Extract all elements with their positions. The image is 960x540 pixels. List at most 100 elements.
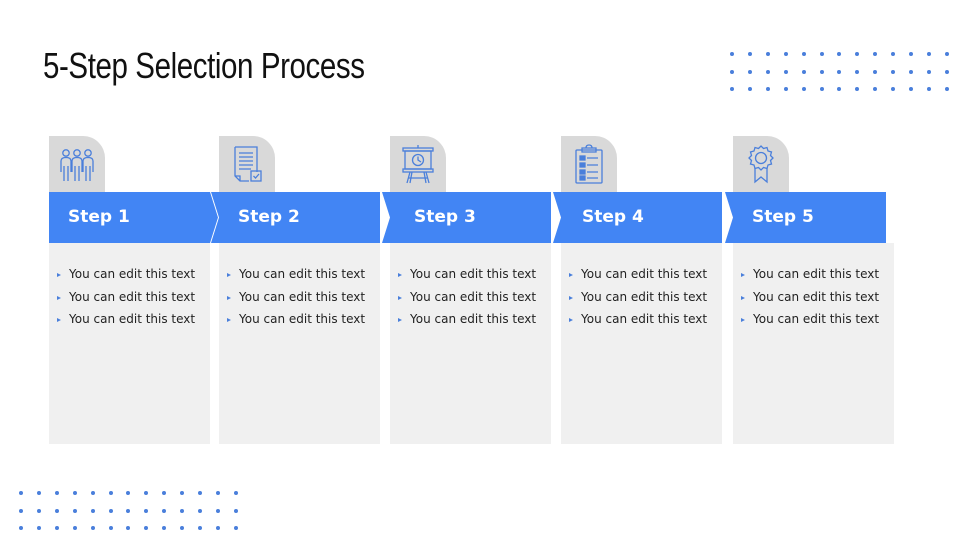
bullet-text: You can edit this text	[239, 267, 366, 281]
bullet-text: You can edit this text	[239, 289, 366, 304]
decorative-dot	[819, 52, 824, 56]
bullet-item: You can edit this text	[227, 308, 365, 331]
decorative-dot	[72, 526, 77, 530]
decorative-dot	[180, 491, 185, 495]
team-people-icon	[60, 149, 94, 181]
decorative-dot	[944, 52, 949, 56]
bullet-text: You can edit this text	[239, 312, 366, 326]
bullet-arrow-icon	[398, 273, 402, 277]
bullet-arrow-icon	[398, 295, 402, 300]
bullet-arrow-icon	[227, 273, 231, 277]
decorative-dot	[783, 69, 788, 74]
decorative-dot	[108, 491, 113, 495]
decorative-dot	[19, 526, 23, 530]
step-body: You can edit this text You can edit this…	[561, 243, 722, 444]
bullet-arrow-icon	[569, 273, 573, 277]
step-card-2: Step 2 You can edit this text You can ed…	[211, 136, 380, 444]
icon-tab	[49, 136, 105, 192]
decorative-dot	[891, 87, 896, 91]
decorative-dot	[819, 69, 824, 74]
bullet-text: You can edit this text	[581, 289, 708, 304]
bullet-arrow-icon	[741, 295, 745, 300]
decorative-dot	[747, 52, 752, 56]
bullet-item: You can edit this text	[398, 286, 536, 309]
decorative-dot	[909, 69, 913, 74]
decorative-dot	[873, 52, 878, 56]
decorative-dot	[215, 491, 220, 495]
step-card-5: Step 5 You can edit this text You can ed…	[725, 136, 894, 444]
step-banner: Step 1	[49, 192, 218, 243]
decorative-dot	[54, 491, 59, 495]
decorative-dot	[891, 69, 896, 74]
bullet-arrow-icon	[57, 273, 61, 277]
bullet-text: You can edit this text	[753, 312, 880, 326]
slide-title: 5-Step Selection Process	[43, 45, 365, 86]
bullet-text: You can edit this text	[410, 312, 537, 326]
bullet-text: You can edit this text	[69, 267, 196, 281]
step-banner: Step 2	[211, 192, 380, 243]
bullet-text: You can edit this text	[581, 267, 708, 281]
decorative-dot	[855, 52, 860, 56]
decorative-dot	[855, 69, 860, 74]
decorative-dot	[747, 87, 752, 91]
bullet-item: You can edit this text	[227, 286, 365, 309]
bullet-arrow-icon	[57, 295, 61, 300]
bullet-text: You can edit this text	[69, 289, 196, 304]
step-card-4: Step 4 You can edit this text You can ed…	[553, 136, 722, 444]
decorative-dot	[54, 508, 59, 513]
decorative-dot	[180, 526, 185, 530]
bullet-text: You can edit this text	[410, 289, 537, 304]
presentation-board-icon	[402, 145, 434, 184]
bullet-text: You can edit this text	[753, 267, 880, 281]
bullet-item: You can edit this text	[741, 286, 879, 309]
bullet-arrow-icon	[569, 295, 573, 300]
award-ribbon-icon	[748, 145, 774, 184]
step-label: Step 4	[582, 207, 644, 227]
step-label: Step 5	[752, 207, 814, 227]
decorative-dot	[765, 87, 770, 91]
step-body: You can edit this text You can edit this…	[49, 243, 210, 444]
decorative-dot	[233, 526, 238, 530]
bullet-arrow-icon	[569, 318, 573, 322]
decorative-dot	[801, 69, 806, 74]
step-body: You can edit this text You can edit this…	[390, 243, 551, 444]
decorative-dot	[72, 491, 77, 495]
decorative-dot	[730, 87, 734, 91]
step-label: Step 2	[238, 207, 300, 227]
step-body: You can edit this text You can edit this…	[219, 243, 380, 444]
decorative-dot	[783, 87, 788, 91]
decorative-dot	[162, 508, 167, 513]
decorative-dot	[90, 491, 95, 495]
decorative-dot	[198, 491, 202, 495]
decorative-dot	[198, 526, 202, 530]
decorative-dot	[19, 491, 23, 495]
decorative-dot	[944, 69, 949, 74]
decorative-dot	[36, 526, 41, 530]
bullet-text: You can edit this text	[753, 289, 880, 304]
bullet-item: You can edit this text	[569, 263, 707, 286]
bullet-item: You can edit this text	[569, 286, 707, 309]
step-banner: Step 5	[725, 192, 894, 243]
decorative-dot	[926, 52, 931, 56]
decorative-dot	[944, 87, 949, 91]
bullet-text: You can edit this text	[69, 312, 196, 326]
step-card-1: Step 1 You can edit this text You can ed…	[49, 136, 218, 444]
bullet-item: You can edit this text	[57, 286, 195, 309]
decorative-dot	[873, 69, 878, 74]
decorative-dot	[891, 52, 896, 56]
decorative-dot	[837, 52, 842, 56]
step-banner: Step 3	[382, 192, 551, 243]
bullet-arrow-icon	[227, 318, 231, 322]
bullet-item: You can edit this text	[57, 263, 195, 286]
clipboard-checklist-icon	[575, 144, 603, 184]
decorative-dot	[36, 508, 41, 513]
decorative-dot	[855, 87, 860, 91]
decorative-dot	[765, 69, 770, 74]
bullet-arrow-icon	[398, 318, 402, 322]
icon-tab	[390, 136, 446, 192]
bullet-arrow-icon	[741, 273, 745, 277]
decorative-dot	[926, 69, 931, 74]
decorative-dot	[819, 87, 824, 91]
decorative-dot	[233, 491, 238, 495]
bullet-arrow-icon	[227, 295, 231, 300]
